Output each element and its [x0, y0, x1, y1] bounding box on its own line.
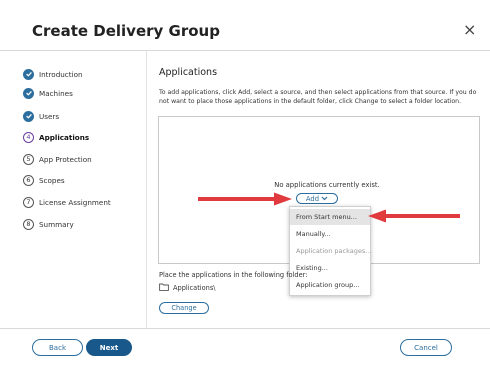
- chevron-down-icon: [321, 195, 328, 203]
- menu-item-application-group[interactable]: Application group...: [290, 277, 370, 293]
- step-number: 6: [23, 174, 34, 186]
- menu-item-from-start-menu[interactable]: From Start menu...: [290, 209, 370, 225]
- step-number: 5: [23, 153, 34, 165]
- next-button[interactable]: Next: [86, 339, 132, 356]
- change-folder-button[interactable]: Change: [159, 302, 209, 314]
- step-number: 4: [23, 131, 34, 143]
- sidebar-divider: [146, 50, 147, 328]
- cancel-button[interactable]: Cancel: [400, 339, 452, 356]
- section-heading: Applications: [159, 67, 218, 78]
- folder-prompt: Place the applications in the following …: [159, 271, 308, 279]
- header-divider: [0, 50, 490, 51]
- folder-location: Applications\: [159, 283, 216, 293]
- annotation-arrow-icon: [368, 209, 460, 223]
- step-label: Users: [39, 111, 60, 121]
- dialog-title: Create Delivery Group: [32, 22, 220, 40]
- section-description: To add applications, click Add, select a…: [159, 89, 477, 105]
- menu-item-manually[interactable]: Manually...: [290, 226, 370, 242]
- step-summary[interactable]: 8 Summary: [23, 216, 143, 232]
- step-label: Introduction: [39, 69, 83, 79]
- empty-state-text: No applications currently exist.: [274, 181, 380, 189]
- step-number: 7: [23, 196, 34, 208]
- step-users[interactable]: Users: [23, 108, 143, 124]
- check-icon: [23, 110, 34, 122]
- step-introduction[interactable]: Introduction: [23, 66, 143, 82]
- add-button-label: Add: [305, 194, 320, 203]
- back-button[interactable]: Back: [32, 339, 83, 356]
- step-scopes[interactable]: 6 Scopes: [23, 172, 143, 188]
- step-number: 8: [23, 218, 34, 230]
- step-app-protection[interactable]: 5 App Protection: [23, 151, 143, 167]
- step-license-assignment[interactable]: 7 License Assignment: [23, 194, 143, 210]
- close-icon[interactable]: ×: [463, 20, 476, 39]
- add-source-menu: From Start menu... Manually... Applicati…: [289, 206, 371, 296]
- menu-item-application-packages: Application packages...: [296, 247, 372, 255]
- step-label: Machines: [39, 88, 73, 98]
- footer-divider: [0, 328, 490, 329]
- check-icon: [23, 87, 34, 99]
- step-label: Scopes: [39, 175, 65, 185]
- add-button[interactable]: Add: [296, 193, 338, 204]
- folder-path: Applications\: [173, 284, 216, 292]
- folder-icon: [159, 283, 169, 293]
- step-applications[interactable]: 4 Applications: [23, 129, 143, 145]
- step-label: Applications: [39, 132, 90, 142]
- step-label: Summary: [39, 219, 74, 229]
- step-machines[interactable]: Machines: [23, 85, 143, 101]
- annotation-arrow-icon: [198, 192, 292, 206]
- step-label: App Protection: [39, 154, 92, 164]
- check-icon: [23, 68, 34, 80]
- step-label: License Assignment: [39, 197, 111, 207]
